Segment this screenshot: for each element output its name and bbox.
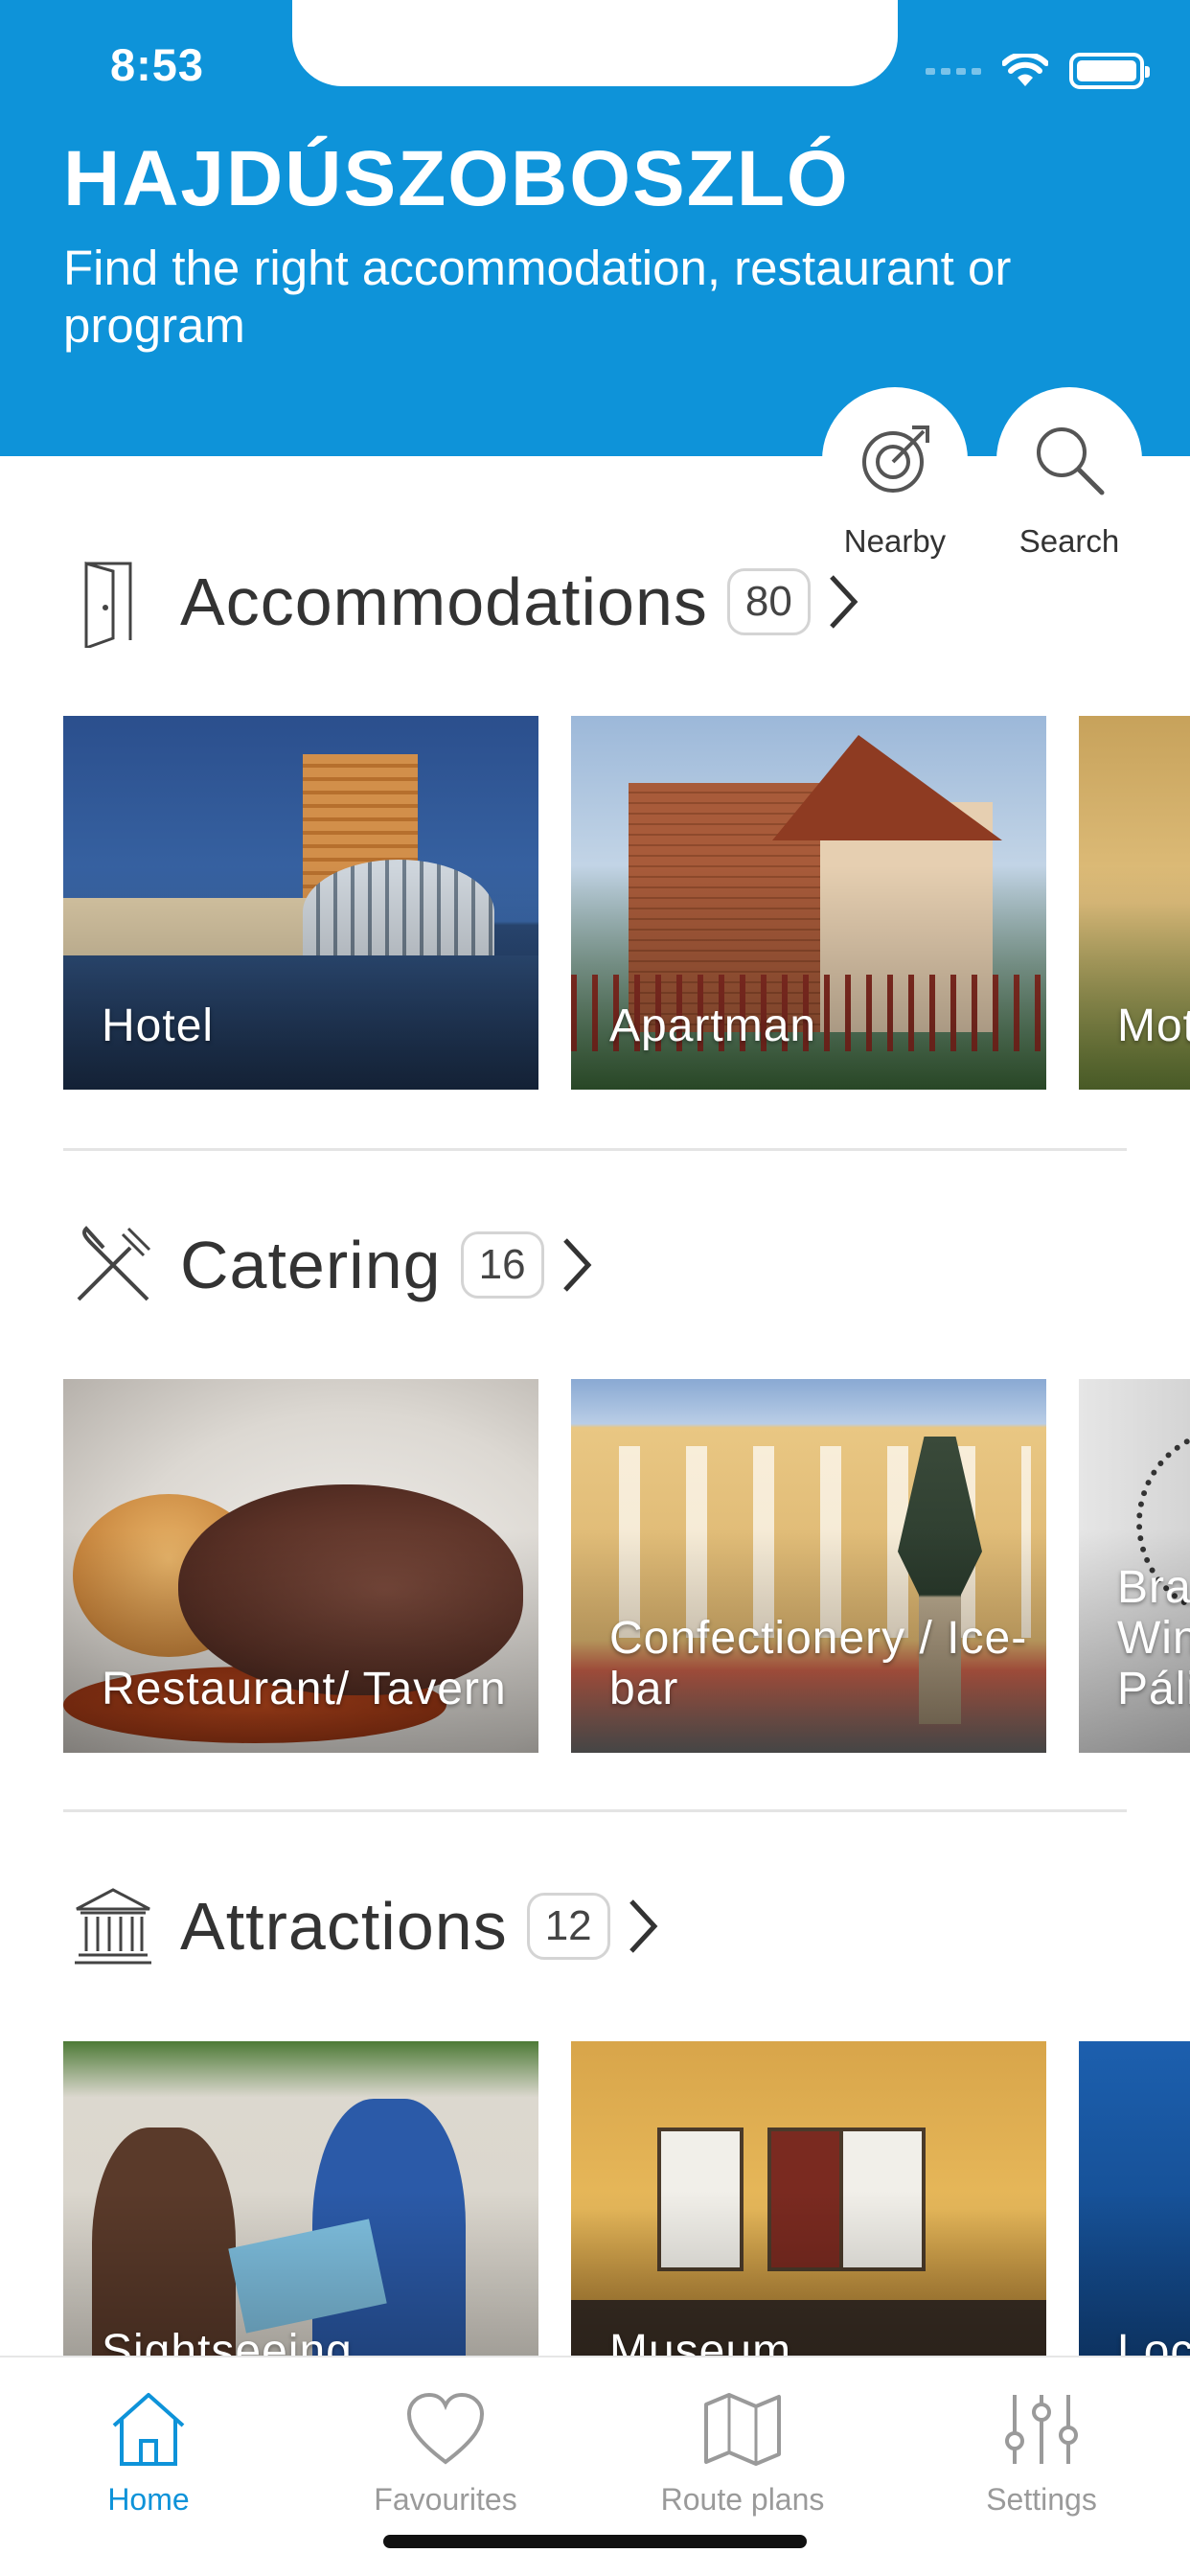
section-header-catering[interactable]: Catering 16 xyxy=(73,1217,596,1313)
section-title: Catering xyxy=(180,1228,442,1302)
search-icon xyxy=(1037,427,1105,495)
chevron-right-icon xyxy=(624,1898,662,1955)
count-badge: 12 xyxy=(526,1893,610,1960)
home-indicator[interactable] xyxy=(383,2535,807,2548)
count-badge: 16 xyxy=(460,1231,544,1299)
nearby-button[interactable]: Nearby xyxy=(822,387,968,560)
card-label: Bra Win Páli xyxy=(1117,1562,1190,1714)
chevron-right-icon xyxy=(558,1236,596,1294)
page-subtitle: Find the right accommodation, restaurant… xyxy=(63,241,1012,353)
nearby-circle xyxy=(822,387,968,533)
wifi-icon xyxy=(1002,54,1048,86)
section-header-attractions[interactable]: Attractions 12 xyxy=(73,1878,662,1974)
tab-home[interactable]: Home xyxy=(0,2386,297,2518)
tab-settings[interactable]: Settings xyxy=(893,2386,1190,2518)
tab-label: Route plans xyxy=(660,2482,825,2517)
chevron-right-icon xyxy=(824,573,862,631)
category-card-hotel[interactable]: Hotel xyxy=(63,716,538,1090)
device-notch xyxy=(292,0,898,86)
section-title: Attractions xyxy=(180,1889,508,1964)
search-button[interactable]: Search xyxy=(996,387,1142,560)
section-header-accommodations[interactable]: Accommodations 80 xyxy=(73,554,862,650)
tab-label: Favourites xyxy=(374,2482,517,2517)
status-icons xyxy=(926,53,1150,89)
heart-icon xyxy=(406,2393,485,2465)
battery-icon xyxy=(1069,53,1150,89)
status-time: 8:53 xyxy=(110,39,205,90)
tab-favourites[interactable]: Favourites xyxy=(297,2386,594,2518)
tab-label: Home xyxy=(107,2482,190,2517)
section-title: Accommodations xyxy=(180,564,708,639)
location-target-icon xyxy=(862,426,929,493)
category-card-confectionery[interactable]: Confectionery / Ice-bar xyxy=(571,1379,1046,1753)
tab-route-plans[interactable]: Route plans xyxy=(594,2386,891,2518)
card-label: Confectionery / Ice-bar xyxy=(609,1613,1028,1714)
home-icon xyxy=(112,2393,185,2466)
museum-building-icon xyxy=(73,1878,159,1974)
search-label: Search xyxy=(1018,523,1120,559)
tab-label: Settings xyxy=(986,2482,1097,2517)
map-icon xyxy=(704,2393,781,2466)
fork-knife-icon xyxy=(73,1217,159,1313)
card-carousel-catering[interactable]: Restaurant/ Tavern Confectionery / Ice-b… xyxy=(63,1379,1190,1753)
sliders-icon xyxy=(1005,2395,1078,2464)
door-icon xyxy=(73,554,159,650)
category-card-wine[interactable]: Bra Win Páli xyxy=(1079,1379,1190,1753)
category-card-motel[interactable]: Mot xyxy=(1079,716,1190,1090)
card-label: Hotel xyxy=(102,1000,215,1051)
card-carousel-accommodations[interactable]: Hotel Apartman Mot xyxy=(63,716,1190,1090)
card-label: Apartman xyxy=(609,1000,817,1051)
cellular-signal-icon xyxy=(926,67,981,75)
category-card-restaurant[interactable]: Restaurant/ Tavern xyxy=(63,1379,538,1753)
category-card-apartman[interactable]: Apartman xyxy=(571,716,1046,1090)
page-title: HAJDÚSZOBOSZLÓ xyxy=(63,135,850,222)
section-divider xyxy=(63,1809,1127,1812)
count-badge: 80 xyxy=(726,568,811,635)
section-divider xyxy=(63,1148,1127,1151)
search-circle xyxy=(996,387,1142,533)
card-label: Restaurant/ Tavern xyxy=(102,1664,507,1714)
card-label: Mot xyxy=(1117,1000,1190,1051)
